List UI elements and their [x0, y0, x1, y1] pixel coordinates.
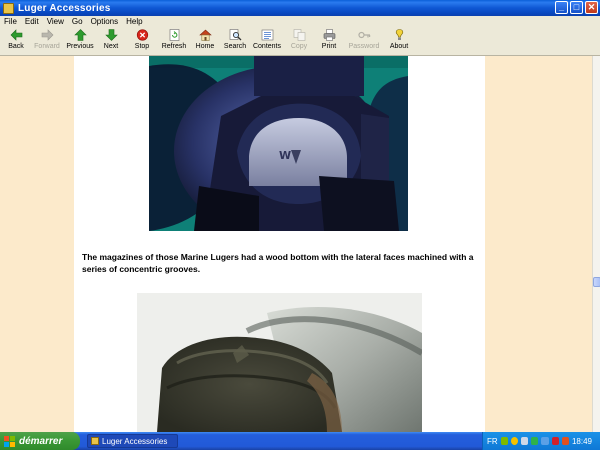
forward-label: Forward	[34, 43, 60, 50]
stop-button[interactable]: Stop	[126, 27, 158, 55]
menu-go[interactable]: Go	[68, 17, 87, 26]
security-shield-icon[interactable]	[531, 437, 539, 445]
menu-edit[interactable]: Edit	[21, 17, 43, 26]
about-label: About	[389, 43, 409, 50]
help-content-pane[interactable]: W The magazines of those Marine Lugers h…	[0, 56, 592, 432]
start-label: démarrer	[19, 435, 63, 447]
next-label: Next	[103, 43, 119, 50]
title-bar[interactable]: Luger Accessories _ □ ✕	[0, 0, 600, 16]
task-label: Luger Accessories	[102, 436, 168, 446]
copy-icon	[293, 29, 306, 41]
contents-button[interactable]: Contents	[250, 27, 284, 55]
password-button[interactable]: Password	[344, 27, 384, 55]
down-arrow-icon	[104, 29, 118, 41]
home-label: Home	[195, 43, 215, 50]
search-label: Search	[223, 43, 247, 50]
password-label: Password	[348, 43, 380, 50]
maximize-button[interactable]: □	[570, 1, 583, 14]
copy-label: Copy	[290, 43, 308, 50]
up-arrow-icon	[73, 29, 87, 41]
help-book-icon	[3, 2, 14, 14]
contents-label: Contents	[252, 43, 282, 50]
menu-options[interactable]: Options	[87, 17, 123, 26]
taskbar-item-luger-accessories[interactable]: Luger Accessories	[87, 434, 178, 448]
description-paragraph: The magazines of those Marine Lugers had…	[82, 252, 474, 274]
scrollbar-thumb[interactable]	[593, 277, 600, 287]
search-icon	[229, 29, 242, 41]
print-label: Print	[321, 43, 337, 50]
home-button[interactable]: Home	[190, 27, 220, 55]
previous-label: Previous	[66, 43, 94, 50]
magazine-bottom-photo: W	[149, 56, 408, 231]
home-icon	[198, 29, 212, 41]
copy-button[interactable]: Copy	[284, 27, 314, 55]
toolbar: Back Forward Previous Next Stop Refresh	[0, 27, 600, 56]
messenger-icon[interactable]	[510, 437, 519, 445]
contents-icon	[261, 29, 274, 41]
network-icon[interactable]	[500, 437, 508, 445]
back-button[interactable]: Back	[2, 27, 30, 55]
windows-flag-icon	[4, 435, 15, 447]
refresh-button[interactable]: Refresh	[158, 27, 190, 55]
help-book-icon	[91, 437, 99, 445]
key-icon	[357, 29, 371, 41]
menu-bar: File Edit View Go Options Help	[0, 16, 600, 27]
menu-help[interactable]: Help	[122, 17, 146, 26]
refresh-label: Refresh	[161, 43, 187, 50]
vertical-scrollbar[interactable]	[592, 56, 600, 432]
antivirus-icon[interactable]	[551, 437, 559, 445]
page-column: W The magazines of those Marine Lugers h…	[74, 56, 485, 432]
svg-text:W: W	[279, 149, 291, 162]
previous-button[interactable]: Previous	[64, 27, 96, 55]
volume-icon[interactable]	[521, 437, 529, 445]
app-tray-icon[interactable]	[561, 437, 569, 445]
window-title: Luger Accessories	[18, 2, 111, 14]
forward-button[interactable]: Forward	[30, 27, 64, 55]
window-controls: _ □ ✕	[555, 1, 598, 14]
start-button[interactable]: démarrer	[0, 432, 80, 450]
back-arrow-icon	[10, 29, 23, 41]
stop-icon	[136, 29, 149, 41]
system-tray: FR 18:49	[482, 432, 600, 450]
stop-label: Stop	[134, 43, 150, 50]
back-label: Back	[8, 43, 24, 50]
minimize-button[interactable]: _	[555, 1, 568, 14]
search-button[interactable]: Search	[220, 27, 250, 55]
display-icon[interactable]	[541, 437, 549, 445]
menu-file[interactable]: File	[0, 17, 21, 26]
refresh-icon	[168, 29, 181, 41]
about-icon	[393, 29, 406, 41]
close-button[interactable]: ✕	[585, 1, 598, 14]
menu-view[interactable]: View	[43, 17, 68, 26]
print-button[interactable]: Print	[314, 27, 344, 55]
language-indicator[interactable]: FR	[487, 437, 498, 446]
print-icon	[323, 29, 336, 41]
next-button[interactable]: Next	[96, 27, 126, 55]
about-button[interactable]: About	[384, 27, 414, 55]
clock[interactable]: 18:49	[572, 437, 592, 446]
taskbar: démarrer Luger Accessories FR 18:49	[0, 432, 600, 450]
forward-arrow-icon	[41, 29, 54, 41]
wood-bottom-magazine-photo	[137, 293, 422, 432]
